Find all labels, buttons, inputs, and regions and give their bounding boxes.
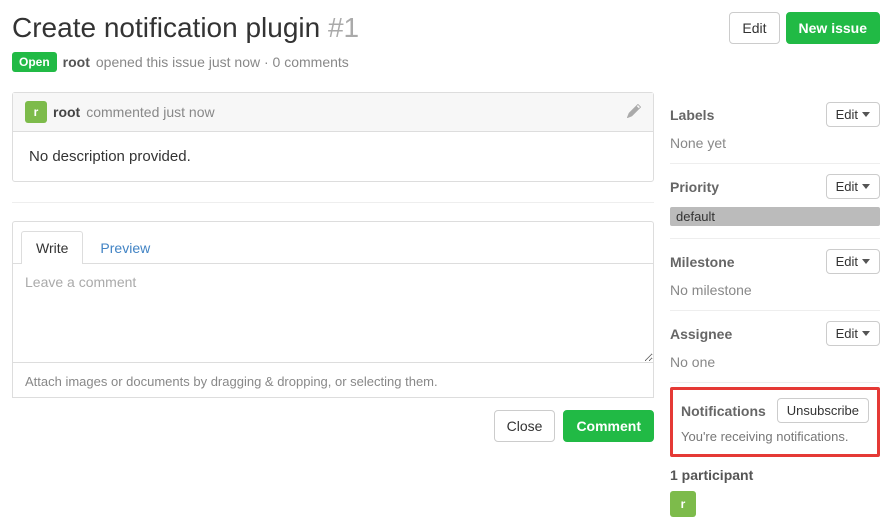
comment-form: Write Preview Attach images or documents… [12,221,654,442]
sidebar-milestone: Milestone Edit No milestone [670,239,880,311]
edit-issue-button[interactable]: Edit [729,12,779,44]
milestone-title: Milestone [670,254,735,270]
priority-value: default [670,207,880,226]
sidebar-priority: Priority Edit default [670,164,880,239]
avatar[interactable]: r [25,101,47,123]
priority-edit-button[interactable]: Edit [826,174,880,199]
labels-edit-button[interactable]: Edit [826,102,880,127]
issue-opened-text: opened this issue just now · 0 comments [96,54,349,70]
comment-button[interactable]: Comment [563,410,654,442]
close-button[interactable]: Close [494,410,556,442]
assignee-title: Assignee [670,326,732,342]
participants-label: 1 participant [670,467,880,483]
comment-body: No description provided. [13,132,653,181]
caret-down-icon [862,184,870,189]
tab-preview[interactable]: Preview [85,231,165,264]
assignee-value: No one [670,354,880,370]
issue-title-text: Create notification plugin [12,12,320,43]
editor-tabs: Write Preview [12,221,654,263]
comment-textarea[interactable] [13,263,653,363]
sidebar-participants: 1 participant r [670,467,880,517]
milestone-value: No milestone [670,282,880,298]
caret-down-icon [862,259,870,264]
comment-author[interactable]: root [53,104,80,120]
sidebar-labels: Labels Edit None yet [670,92,880,164]
sidebar-notifications: Notifications Unsubscribe You're receivi… [670,387,880,457]
comment-header: r root commented just now [13,93,653,132]
tab-write[interactable]: Write [21,231,83,264]
new-issue-button[interactable]: New issue [786,12,880,44]
milestone-edit-button[interactable]: Edit [826,249,880,274]
priority-title: Priority [670,179,719,195]
issue-meta: Open root opened this issue just now · 0… [12,52,880,72]
unsubscribe-button[interactable]: Unsubscribe [777,398,869,423]
issue-number: #1 [328,12,359,43]
caret-down-icon [862,112,870,117]
labels-value: None yet [670,135,880,151]
notifications-title: Notifications [681,403,766,419]
notifications-text: You're receiving notifications. [681,429,869,444]
assignee-edit-button[interactable]: Edit [826,321,880,346]
divider [12,202,654,203]
labels-title: Labels [670,107,714,123]
participant-avatar[interactable]: r [670,491,696,517]
state-badge: Open [12,52,57,72]
comment-box: r root commented just now No description… [12,92,654,182]
sidebar-assignee: Assignee Edit No one [670,311,880,383]
attach-hint[interactable]: Attach images or documents by dragging &… [13,366,653,397]
comment-time: commented just now [86,104,214,120]
caret-down-icon [862,331,870,336]
issue-title: Create notification plugin #1 [12,12,729,44]
issue-author[interactable]: root [63,54,90,70]
pencil-icon[interactable] [627,104,641,121]
